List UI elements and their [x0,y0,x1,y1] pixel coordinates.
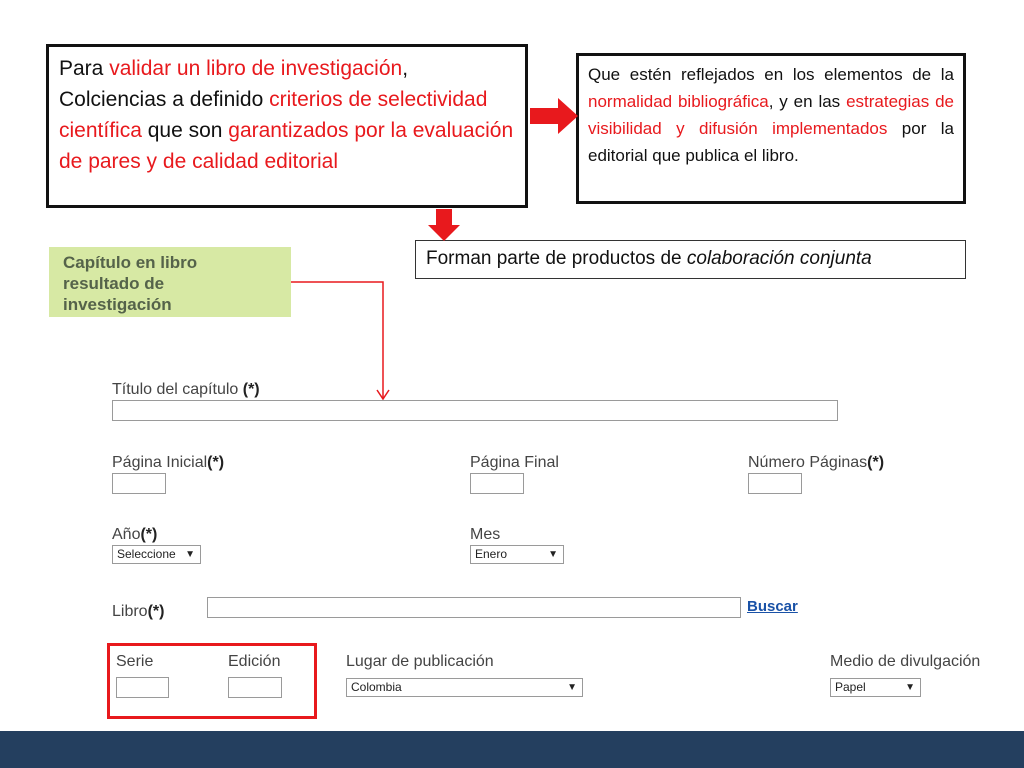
connector-line [291,281,384,398]
down-arrow-icon [428,209,460,241]
chevron-down-icon: ▼ [567,682,577,693]
pagina-inicial-label: Página Inicial(*) [112,454,225,471]
numero-paginas-label: Número Páginas(*) [748,454,885,471]
edicion-input[interactable] [228,677,282,698]
chevron-down-icon: ▼ [905,682,915,693]
buscar-link[interactable]: Buscar [747,598,798,615]
medio-divulgacion-select[interactable]: Papel ▼ [830,678,921,697]
mes-label: Mes [470,526,501,543]
serie-input[interactable] [116,677,169,698]
libro-label: Libro(*) [112,603,165,620]
lugar-publicacion-select[interactable]: Colombia ▼ [346,678,583,697]
titulo-label: Título del capítulo (*) [112,381,260,398]
anio-select[interactable]: Seleccione ▼ [112,545,201,564]
numero-paginas-input[interactable] [748,473,802,494]
pagina-inicial-input[interactable] [112,473,166,494]
chevron-down-icon: ▼ [185,549,195,560]
titulo-input[interactable] [112,400,838,421]
pagina-final-input[interactable] [470,473,524,494]
mes-select[interactable]: Enero ▼ [470,545,564,564]
right-arrow-icon [530,98,578,134]
category-label: Capítulo en libro resultado de investiga… [49,247,291,317]
lugar-publicacion-label: Lugar de publicación [346,653,494,670]
edicion-label: Edición [228,653,281,670]
medio-divulgacion-label: Medio de divulgación [830,653,981,670]
footer-bar [0,731,1024,768]
serie-label: Serie [116,653,154,670]
anio-label: Año(*) [112,526,158,543]
chevron-down-icon: ▼ [548,549,558,560]
pagina-final-label: Página Final [470,454,559,471]
libro-input[interactable] [207,597,741,618]
